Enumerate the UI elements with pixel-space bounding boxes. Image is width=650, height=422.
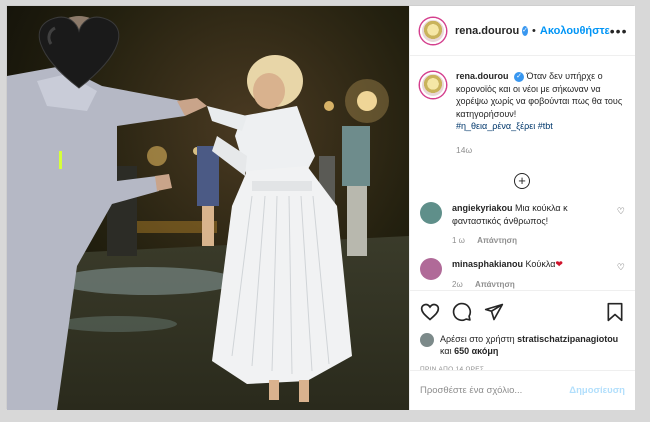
action-icons [420, 301, 625, 323]
likes-user[interactable]: stratischatzipanagiotou [517, 334, 618, 344]
likes-and: και [440, 346, 452, 356]
red-heart-emoji: ❤ [555, 259, 563, 269]
comments-section: rena.dourou ✓ Όταν δεν υπήρχε ο κορονοϊό… [410, 56, 635, 290]
comment-time: 2ω [452, 279, 463, 289]
caption-hashtags[interactable]: #η_θεια_ρένα_ξέρει #tbt [456, 120, 625, 133]
comment-body: angiekyriakou Μια κούκλα κ φανταστικός ά… [452, 202, 611, 248]
follow-button[interactable]: Ακολουθήστε [540, 25, 610, 37]
post-caption: rena.dourou ✓ Όταν δεν υπήρχε ο κορονοϊό… [410, 56, 635, 156]
bookmark-icon[interactable] [605, 302, 625, 322]
post-comment-button[interactable]: Δημοσίευση [569, 385, 625, 396]
likes-prefix: Αρέσει στο χρήστη [440, 334, 515, 344]
separator-dot: • [532, 24, 536, 37]
reply-button[interactable]: Απάντηση [477, 236, 517, 245]
caption-time: 14ω [456, 144, 473, 155]
commenter-avatar[interactable] [420, 202, 442, 224]
add-comment-bar: Προσθέστε ένα σχόλιο... Δημοσίευση [410, 370, 635, 410]
heart-icon[interactable] [420, 302, 440, 322]
comment-item: angiekyriakou Μια κούκλα κ φανταστικός ά… [420, 202, 625, 248]
comment-meta: 1 ω Απάντηση [452, 235, 611, 248]
load-more-icon[interactable]: + [514, 173, 530, 189]
comment-text: Κούκλα [525, 259, 556, 269]
comment-time: 1 ω [452, 236, 465, 245]
comment-username[interactable]: minasphakianou [452, 259, 523, 269]
comment-body: minasphakianou Κούκλα❤ 2ω Απάντηση [452, 258, 611, 291]
reply-button[interactable]: Απάντηση [475, 280, 515, 289]
share-icon[interactable] [484, 302, 504, 322]
likes-summary: Αρέσει στο χρήστη stratischatzipanagioto… [420, 333, 625, 357]
comment-username[interactable]: angiekyriakou [452, 203, 513, 213]
post-actions: Αρέσει στο χρήστη stratischatzipanagioto… [410, 290, 635, 373]
likes-count[interactable]: 650 ακόμη [454, 346, 498, 356]
caption-author-avatar[interactable] [420, 72, 446, 98]
author-username[interactable]: rena.dourou [455, 25, 519, 37]
comment-item: minasphakianou Κούκλα❤ 2ω Απάντηση ♡ [420, 258, 625, 291]
comment-like-heart-icon[interactable]: ♡ [617, 206, 625, 248]
add-comment-input[interactable]: Προσθέστε ένα σχόλιο... [420, 385, 569, 396]
likes-text: Αρέσει στο χρήστη stratischatzipanagioto… [440, 333, 625, 357]
caption-body: rena.dourou ✓ Όταν δεν υπήρχε ο κορονοϊό… [456, 70, 625, 156]
instagram-post-modal: rena.dourou ✓ • Ακολουθήστε ••• rena.dou… [6, 5, 635, 410]
comment-like-heart-icon[interactable]: ♡ [617, 262, 625, 291]
photo-illustration [7, 6, 409, 410]
caption-username[interactable]: rena.dourou [456, 71, 509, 81]
post-details-pane: rena.dourou ✓ • Ακολουθήστε ••• rena.dou… [409, 6, 635, 410]
verified-badge-icon: ✓ [522, 25, 529, 36]
verified-badge-icon: ✓ [514, 72, 525, 82]
more-options-icon[interactable]: ••• [610, 23, 628, 39]
post-header: rena.dourou ✓ • Ακολουθήστε ••• [410, 6, 635, 56]
post-photo[interactable] [7, 6, 409, 410]
comment-icon[interactable] [452, 302, 472, 322]
author-avatar[interactable] [420, 17, 446, 44]
commenter-avatar[interactable] [420, 258, 442, 280]
liker-avatar[interactable] [420, 333, 434, 347]
